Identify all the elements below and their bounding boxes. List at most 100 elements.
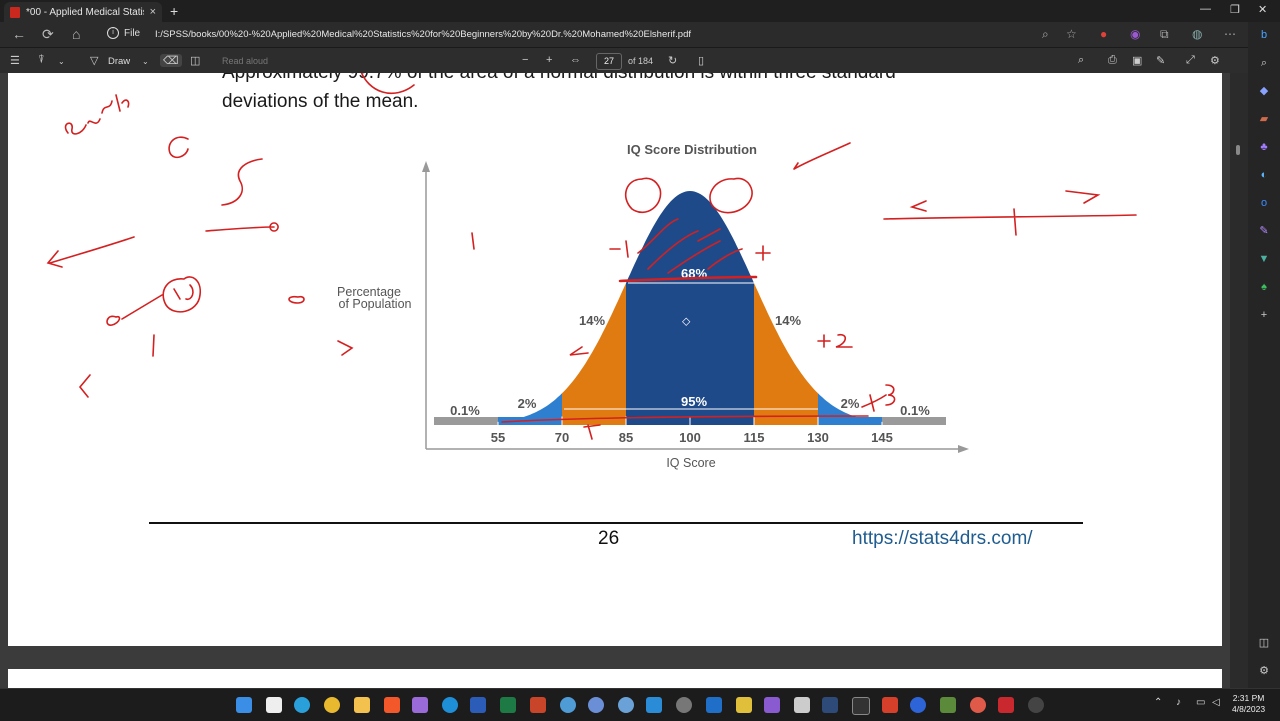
excel-icon[interactable] [500, 697, 516, 713]
calculator-icon[interactable] [794, 697, 810, 713]
tree-icon[interactable]: ♠ [1257, 280, 1271, 294]
zoom-icon[interactable] [910, 697, 926, 713]
highlight-icon[interactable]: ⍒ [38, 54, 45, 67]
extension-icon-2[interactable]: ◉ [1130, 27, 1140, 41]
rotate-icon[interactable]: ↻ [668, 54, 677, 67]
powerpoint-icon[interactable] [530, 697, 546, 713]
zoom-out-button[interactable]: − [522, 54, 528, 66]
volume-icon[interactable]: ◁ [1212, 697, 1222, 713]
new-tab-button[interactable]: + [170, 3, 178, 19]
edge-icon[interactable] [442, 697, 458, 713]
designer-icon[interactable]: ▼ [1257, 252, 1271, 266]
back-icon[interactable]: ← [12, 26, 26, 42]
page-number-input[interactable]: 27 [596, 53, 622, 70]
network-icon[interactable]: ▭ [1196, 697, 1206, 713]
text-box-icon[interactable]: ◫ [190, 54, 200, 67]
home-icon[interactable]: ⌂ [72, 26, 80, 42]
outlook-icon[interactable] [706, 697, 722, 713]
tab-active[interactable]: *00 - Applied Medical Statistics f × [4, 2, 162, 22]
zoom-in-button[interactable]: + [546, 54, 552, 66]
distribution-curve [434, 191, 946, 425]
label-95: 95% [681, 394, 707, 409]
close-window-button[interactable]: ✕ [1258, 3, 1267, 16]
app-icon-2[interactable] [560, 697, 576, 713]
clock[interactable]: 2:31 PM 4/8/2023 [1232, 693, 1265, 715]
terminal-icon[interactable] [852, 697, 870, 715]
zoom-icon[interactable]: ⌕ [1042, 27, 1049, 42]
refresh-icon[interactable]: ⟳ [42, 26, 54, 43]
search-icon[interactable]: ⌕ [1257, 56, 1271, 70]
vertical-scrollbar[interactable] [1230, 73, 1248, 688]
fit-page-icon[interactable]: ⇔ [570, 54, 581, 66]
pdf-viewer[interactable]: Approximately 99.7% of the area of a nor… [0, 73, 1230, 688]
site-info[interactable]: i File [107, 27, 140, 39]
word-icon[interactable] [470, 697, 486, 713]
more-menu-icon[interactable]: ⋯ [1224, 27, 1236, 41]
ink-one-chart [471, 232, 475, 250]
bing-icon[interactable]: b [1257, 28, 1271, 42]
url-field[interactable]: I:/SPSS/books/00%20-%20Applied%20Medical… [155, 29, 691, 40]
app-icon-9[interactable] [998, 697, 1014, 713]
fullscreen-icon[interactable]: ⤢ [1186, 54, 1195, 67]
address-bar: ← ⟳ ⌂ i File I:/SPSS/books/00%20-%20Appl… [0, 22, 1280, 47]
notion-icon[interactable] [266, 697, 282, 713]
print-icon[interactable]: ⎙ [1108, 54, 1117, 67]
microphone-icon[interactable]: ♪ [1176, 697, 1186, 713]
drop-icon[interactable]: ✎ [1257, 224, 1271, 238]
maximize-button[interactable]: ❐ [1230, 3, 1240, 16]
github-icon[interactable] [676, 697, 692, 713]
tab-close-button[interactable]: × [150, 6, 156, 18]
start-icon[interactable] [236, 697, 252, 713]
chevron-down-icon[interactable]: ⌄ [142, 57, 149, 66]
tray-chevron-icon[interactable]: ⌃ [1154, 697, 1164, 713]
chevron-down-icon[interactable]: ⌄ [58, 57, 65, 66]
app-icon-6[interactable] [882, 697, 898, 713]
draw-icon[interactable]: ▽ [90, 54, 98, 67]
favorite-icon[interactable]: ☆ [1066, 27, 1077, 41]
search-icon[interactable]: ⌕ [1078, 54, 1084, 67]
ink-lt-right [909, 200, 927, 212]
file-explorer-icon[interactable] [354, 697, 370, 713]
eraser-icon[interactable]: ⌫ [160, 54, 182, 67]
x-tick-label: 130 [807, 430, 829, 445]
app-icon-4[interactable] [764, 697, 780, 713]
app-icon[interactable] [412, 697, 428, 713]
contents-icon[interactable]: ☰ [10, 54, 20, 67]
minimize-button[interactable]: — [1200, 3, 1211, 15]
sidebar-toggle-icon[interactable]: ◫ [1257, 636, 1271, 650]
shopping-icon[interactable]: ◆ [1257, 84, 1271, 98]
extensions-icon[interactable]: ⧉ [1160, 27, 1169, 42]
app-icon-3[interactable] [618, 697, 634, 713]
app-icon-10[interactable] [1028, 697, 1044, 713]
page-view-icon[interactable]: ▯ [698, 54, 704, 67]
profile-avatar[interactable]: ◍ [1192, 27, 1202, 41]
settings-icon[interactable]: ⚙ [1257, 664, 1271, 678]
app-icon-7[interactable] [940, 697, 956, 713]
office-icon[interactable]: ◐ [1257, 168, 1271, 182]
chrome-icon[interactable] [324, 697, 340, 713]
vscode-icon[interactable] [646, 697, 662, 713]
footer-link[interactable]: https://stats4drs.com/ [852, 528, 1033, 550]
add-icon[interactable]: + [1257, 308, 1271, 322]
extension-icon[interactable]: ● [1100, 27, 1107, 41]
brave-icon[interactable] [384, 697, 400, 713]
scroll-thumb[interactable] [1236, 145, 1240, 155]
read-aloud-button[interactable]: Read aloud [222, 56, 268, 66]
ink-arrow-left [46, 236, 135, 268]
tools-icon[interactable]: ▰ [1257, 112, 1271, 126]
app-icon-5[interactable] [822, 697, 838, 713]
curve-segment [754, 283, 818, 425]
label-0.1-left: 0.1% [450, 403, 480, 418]
sticky-notes-icon[interactable] [736, 697, 752, 713]
save-icon[interactable]: ▣ [1132, 54, 1142, 67]
draw-button[interactable]: Draw [108, 56, 130, 67]
outlook-icon[interactable]: o [1257, 196, 1271, 210]
iq-chart: IQ Score Distribution IQ Score Percentag… [46, 73, 1137, 470]
save-as-icon[interactable]: ✎ [1156, 54, 1165, 67]
games-icon[interactable]: ♣ [1257, 140, 1271, 154]
telegram-icon[interactable] [294, 697, 310, 713]
r-icon[interactable] [588, 697, 604, 713]
app-icon-8[interactable] [970, 697, 986, 713]
settings-icon[interactable]: ⚙ [1210, 54, 1220, 67]
edge-sidebar: b ⌕ ◆ ▰ ♣ ◐ o ✎ ▼ ♠ + ◫ ⚙ [1248, 22, 1280, 688]
